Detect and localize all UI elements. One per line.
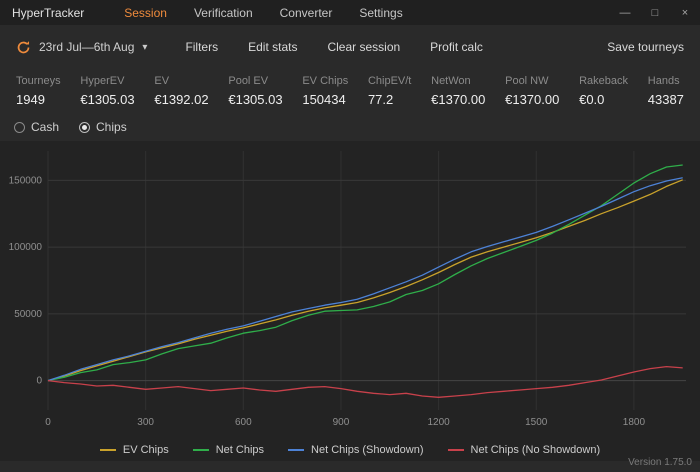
legend-item-net-chips[interactable]: Net Chips bbox=[192, 444, 265, 456]
menu-item-converter[interactable]: Converter bbox=[280, 6, 333, 20]
radio-cash-icon[interactable] bbox=[14, 121, 25, 133]
stat-value: 1949 bbox=[16, 92, 45, 107]
x-tick-label: 1800 bbox=[623, 417, 646, 428]
stat-tourneys: Tourneys 1949 bbox=[16, 75, 61, 107]
filters-button[interactable]: Filters bbox=[185, 40, 218, 54]
session-chart: 0 50000 100000 150000 0 300 600 900 1200 1500 1800 bbox=[9, 151, 686, 428]
minimize-icon[interactable]: — bbox=[610, 0, 640, 25]
legend-swatch bbox=[99, 449, 116, 451]
stat-label: Tourneys bbox=[16, 75, 61, 87]
series-line-ev-chips bbox=[47, 179, 683, 382]
chart-legend: EV Chips Net Chips Net Chips (Showdown) Net… bbox=[0, 439, 700, 461]
x-tick-label: 600 bbox=[235, 417, 252, 428]
stat-pool-nw: Pool NW €1370.00 bbox=[505, 75, 559, 107]
stat-label: NetWon bbox=[431, 75, 471, 87]
stat-label: HyperEV bbox=[80, 75, 125, 87]
series-line-net-chips-showdown- bbox=[47, 177, 683, 382]
radio-cash[interactable]: Cash bbox=[14, 120, 59, 134]
x-tick-label: 1500 bbox=[525, 417, 548, 428]
date-range-selector[interactable]: 23rd Jul—6th Aug ▾ bbox=[16, 40, 147, 55]
stat-label: Pool EV bbox=[228, 75, 269, 87]
stat-value: €0.0 bbox=[579, 92, 605, 107]
profit-calc-button[interactable]: Profit calc bbox=[430, 40, 483, 54]
legend-swatch bbox=[288, 449, 305, 451]
stat-pool-ev: Pool EV €1305.03 bbox=[228, 75, 282, 107]
legend-label: Net Chips bbox=[215, 444, 265, 456]
menu-item-verification[interactable]: Verification bbox=[194, 6, 253, 20]
radio-cash-label: Cash bbox=[31, 120, 60, 134]
stat-value: 150434 bbox=[302, 92, 346, 107]
x-tick-label: 900 bbox=[333, 417, 350, 428]
save-tourneys-button[interactable]: Save tourneys bbox=[607, 40, 684, 54]
title-bar: HyperTracker Session Verification Conver… bbox=[0, 0, 700, 25]
window-controls: — □ × bbox=[610, 0, 700, 25]
stat-value: 77.2 bbox=[367, 92, 394, 107]
stats-summary: Tourneys 1949 HyperEV €1305.03 EV €1392.… bbox=[0, 69, 700, 115]
stat-label: EV bbox=[154, 75, 170, 87]
date-range-label: 23rd Jul—6th Aug bbox=[39, 40, 135, 54]
menu-item-session[interactable]: Session bbox=[124, 6, 167, 20]
refresh-icon[interactable] bbox=[16, 40, 31, 55]
y-tick-label: 100000 bbox=[9, 242, 43, 253]
stat-value: €1305.03 bbox=[80, 92, 135, 107]
legend-label: Net Chips (No Showdown) bbox=[470, 444, 601, 456]
stat-hyperev: HyperEV €1305.03 bbox=[80, 75, 134, 107]
stat-label: Rakeback bbox=[579, 75, 629, 87]
x-tick-label: 300 bbox=[137, 417, 154, 428]
legend-swatch bbox=[192, 449, 209, 451]
stat-value: €1305.03 bbox=[228, 92, 283, 107]
stat-ev: EV €1392.02 bbox=[154, 75, 208, 107]
legend-label: EV Chips bbox=[122, 444, 169, 456]
close-icon[interactable]: × bbox=[670, 0, 700, 25]
legend-item-net-chips-no-showdown-[interactable]: Net Chips (No Showdown) bbox=[447, 444, 601, 456]
main-menu: Session Verification Converter Settings bbox=[124, 6, 402, 20]
stat-value: 43387 bbox=[647, 92, 684, 107]
stat-value: €1392.02 bbox=[154, 92, 209, 107]
legend-item-ev-chips[interactable]: EV Chips bbox=[99, 444, 169, 456]
stat-netwon: NetWon €1370.00 bbox=[431, 75, 485, 107]
app-title: HyperTracker bbox=[12, 5, 85, 20]
stat-rakeback: Rakeback €0.0 bbox=[579, 75, 628, 107]
legend-label: Net Chips (Showdown) bbox=[311, 444, 424, 456]
stat-label: Pool NW bbox=[505, 75, 549, 87]
legend-swatch bbox=[447, 449, 464, 451]
radio-chips-icon[interactable] bbox=[79, 121, 91, 133]
maximize-icon[interactable]: □ bbox=[640, 0, 670, 25]
x-tick-label: 0 bbox=[45, 417, 51, 428]
toolbar: 23rd Jul—6th Aug ▾ Filters Edit stats Cl… bbox=[0, 25, 700, 69]
edit-stats-button[interactable]: Edit stats bbox=[248, 40, 297, 54]
stat-chipev-t: ChipEV/t 77.2 bbox=[368, 75, 411, 107]
chevron-down-icon: ▾ bbox=[142, 41, 148, 53]
y-tick-label: 0 bbox=[36, 376, 42, 387]
stat-value: €1370.00 bbox=[431, 92, 486, 107]
series-line-net-chips bbox=[47, 164, 683, 382]
session-chart-panel: 0 50000 100000 150000 0 300 600 900 1200 1500 1800… bbox=[0, 141, 700, 461]
legend-item-net-chips-showdown-[interactable]: Net Chips (Showdown) bbox=[288, 444, 424, 456]
radio-chips-label: Chips bbox=[96, 120, 127, 134]
x-tick-label: 1200 bbox=[427, 417, 450, 428]
stat-ev-chips: EV Chips 150434 bbox=[302, 75, 348, 107]
menu-item-settings[interactable]: Settings bbox=[359, 6, 402, 20]
y-tick-label: 150000 bbox=[9, 175, 43, 186]
stat-label: ChipEV/t bbox=[367, 75, 412, 87]
stat-value: €1370.00 bbox=[505, 92, 560, 107]
version-label: Version 1.75.0 bbox=[628, 457, 692, 468]
stat-hands: Hands 43387 bbox=[648, 75, 684, 107]
series-line-net-chips-no-showdown- bbox=[47, 365, 683, 398]
view-toggle: Cash Chips bbox=[0, 115, 700, 141]
clear-session-button[interactable]: Clear session bbox=[327, 40, 400, 54]
stat-label: Hands bbox=[647, 75, 680, 87]
radio-chips[interactable]: Chips bbox=[79, 120, 127, 134]
stat-label: EV Chips bbox=[302, 75, 349, 87]
y-tick-label: 50000 bbox=[14, 309, 42, 320]
